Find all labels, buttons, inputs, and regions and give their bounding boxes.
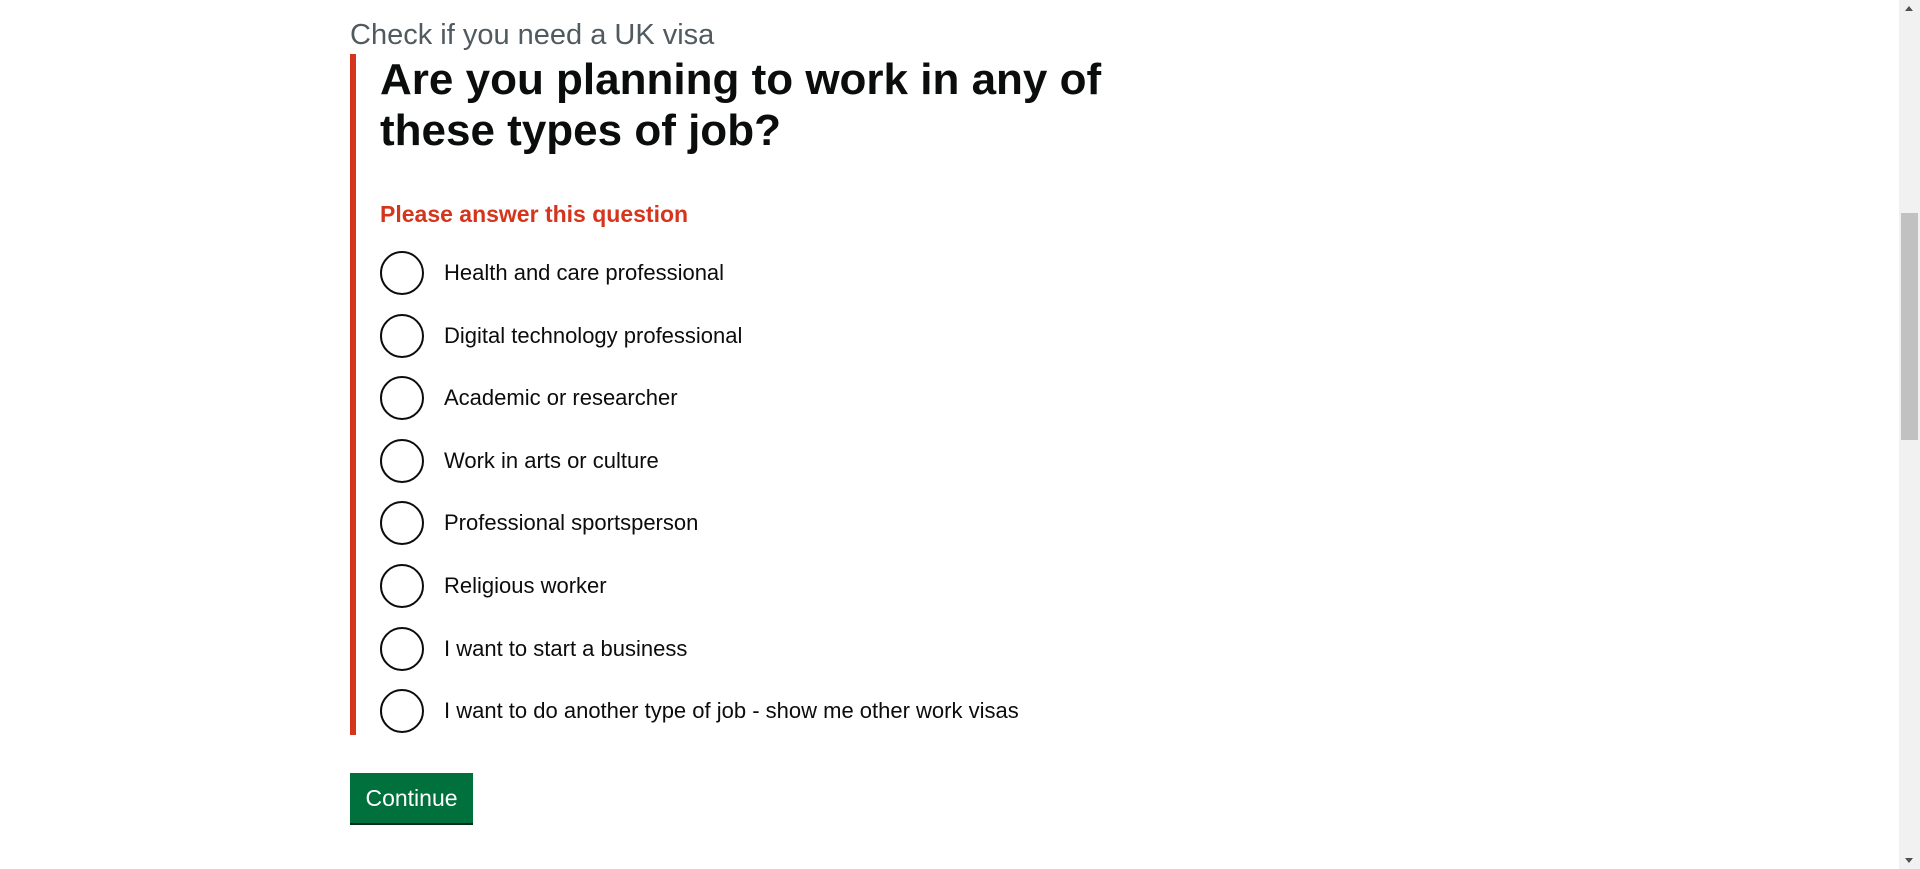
radio-label[interactable]: Health and care professional bbox=[444, 259, 724, 287]
question-error-group: Are you planning to work in any of these… bbox=[350, 54, 1130, 735]
radio-label[interactable]: Digital technology professional bbox=[444, 322, 742, 350]
radio-label[interactable]: Professional sportsperson bbox=[444, 509, 698, 537]
radio-option-health-care[interactable]: Health and care professional bbox=[380, 248, 1120, 298]
error-message: Please answer this question bbox=[380, 201, 689, 227]
radio-button[interactable] bbox=[380, 626, 424, 671]
radio-option-sportsperson[interactable]: Professional sportsperson bbox=[380, 498, 1120, 548]
radio-button[interactable] bbox=[380, 251, 424, 295]
radio-option-religious-worker[interactable]: Religious worker bbox=[380, 561, 1120, 611]
continue-button[interactable]: Continue bbox=[350, 773, 473, 823]
radio-option-digital-technology[interactable]: Digital technology professional bbox=[380, 311, 1120, 361]
page: Check if you need a UK visa Are you plan… bbox=[0, 0, 1920, 869]
radio-button[interactable] bbox=[380, 563, 424, 608]
radio-button[interactable] bbox=[380, 313, 424, 358]
radio-label[interactable]: Academic or researcher bbox=[444, 384, 678, 412]
vertical-scrollbar[interactable] bbox=[1899, 0, 1920, 869]
page-caption: Check if you need a UK visa bbox=[350, 19, 715, 51]
radio-button[interactable] bbox=[380, 689, 424, 734]
radio-button[interactable] bbox=[380, 438, 424, 483]
radio-label[interactable]: Work in arts or culture bbox=[444, 447, 659, 475]
radio-label[interactable]: I want to do another type of job - show … bbox=[444, 697, 1019, 725]
job-type-radio-group: Health and care professional Digital tec… bbox=[380, 248, 1120, 749]
radio-button[interactable] bbox=[380, 501, 424, 546]
radio-label[interactable]: I want to start a business bbox=[444, 635, 687, 663]
radio-option-start-business[interactable]: I want to start a business bbox=[380, 624, 1120, 674]
radio-option-academic[interactable]: Academic or researcher bbox=[380, 373, 1120, 423]
scrollbar-thumb[interactable] bbox=[1901, 213, 1918, 440]
radio-button[interactable] bbox=[380, 376, 424, 421]
radio-option-other-job[interactable]: I want to do another type of job - show … bbox=[380, 686, 1120, 736]
scroll-down-arrow-icon[interactable] bbox=[1905, 858, 1913, 863]
radio-option-arts-culture[interactable]: Work in arts or culture bbox=[380, 436, 1120, 486]
question-heading: Are you planning to work in any of these… bbox=[380, 55, 1102, 155]
radio-label[interactable]: Religious worker bbox=[444, 572, 607, 600]
scroll-up-arrow-icon[interactable] bbox=[1905, 6, 1913, 11]
